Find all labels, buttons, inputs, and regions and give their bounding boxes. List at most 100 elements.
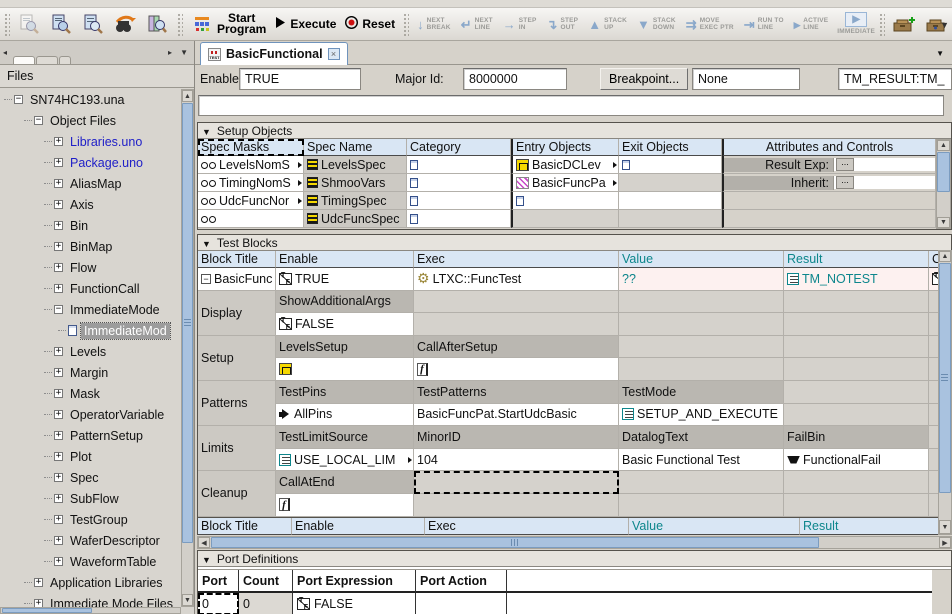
arg-label-cell[interactable]: TestMode — [619, 381, 784, 404]
browse-library-button[interactable] — [141, 11, 173, 37]
empty-cell[interactable] — [784, 381, 929, 404]
tree-item[interactable]: + Flow — [0, 257, 181, 278]
search-document-button[interactable] — [45, 11, 77, 37]
collapse-block-icon[interactable] — [201, 274, 211, 284]
find-in-files-button[interactable] — [109, 11, 141, 37]
tree-item[interactable]: + SubFlow — [0, 488, 181, 509]
tree-expander-icon[interactable]: + — [54, 368, 63, 377]
tree-expander-icon[interactable]: + — [54, 221, 63, 230]
ellipsis-button[interactable]: ... — [836, 176, 854, 189]
column-header[interactable]: Value — [619, 251, 784, 268]
major-id-input[interactable] — [463, 68, 567, 90]
group-title-cell[interactable]: Display — [198, 291, 276, 336]
tree-expander-icon[interactable]: + — [54, 347, 63, 356]
tree-item-label[interactable]: ImmediateMode — [67, 302, 163, 318]
tree-item[interactable]: + PatternSetup — [0, 425, 181, 446]
empty-cell[interactable] — [784, 471, 929, 494]
entry-objects-cell[interactable]: BasicDCLev — [511, 156, 619, 174]
tree-item[interactable]: + Plot — [0, 446, 181, 467]
enable-cell[interactable]: TRUE — [276, 268, 414, 291]
column-header[interactable]: Enable — [292, 518, 425, 535]
scroll-right-icon[interactable]: ▶ — [939, 537, 951, 548]
spec-mask-cell[interactable]: UdcFuncNor — [198, 192, 304, 210]
entry-objects-cell[interactable] — [511, 192, 619, 210]
arg-value-cell[interactable]: FunctionalFail — [784, 449, 929, 472]
document-tab[interactable]: BasicFunctional — [200, 42, 348, 65]
scroll-up-icon[interactable]: ▲ — [937, 140, 950, 151]
tree-item-label[interactable]: Immediate Mode Files — [47, 596, 176, 608]
toolbar-overflow-icon[interactable]: ▼ — [940, 20, 949, 30]
hscrollbar-thumb[interactable] — [211, 537, 819, 548]
group-title-cell[interactable]: Patterns — [198, 381, 276, 426]
toolbar-grip[interactable] — [176, 12, 183, 36]
collapse-triangle-icon[interactable] — [202, 552, 211, 566]
tree-expander-icon[interactable]: − — [54, 305, 63, 314]
column-header[interactable]: Port — [198, 570, 239, 593]
exit-objects-cell[interactable] — [619, 156, 722, 174]
tree-item[interactable]: − SN74HC193.una — [0, 89, 181, 110]
column-header[interactable]: Count — [239, 570, 293, 593]
empty-cell[interactable] — [414, 291, 619, 314]
tree-item-label[interactable]: Plot — [67, 449, 95, 465]
tree-item[interactable]: − ImmediateMode — [0, 299, 181, 320]
tree-item-label[interactable]: Margin — [67, 365, 111, 381]
column-header[interactable]: Block Title — [198, 518, 292, 535]
arg-label-cell[interactable]: LevelsSetup — [276, 336, 414, 359]
category-cell[interactable] — [407, 192, 511, 210]
tree-item[interactable]: + Immediate Mode Files — [0, 593, 181, 607]
ellipsis-button[interactable]: ... — [836, 158, 854, 171]
spec-mask-cell[interactable]: TimingNomS — [198, 174, 304, 192]
empty-cell[interactable] — [784, 313, 929, 336]
toolbar-grip[interactable] — [402, 12, 409, 36]
tree-item-label[interactable]: ImmediateMod — [81, 323, 170, 339]
breakpoint-input[interactable] — [692, 68, 800, 90]
tree-item-label[interactable]: TestGroup — [67, 512, 131, 528]
tree-item-label[interactable]: WaferDescriptor — [67, 533, 163, 549]
tree-expander-icon[interactable]: + — [54, 431, 63, 440]
debug-toolbar-button[interactable]: ▲ STACKUP — [583, 12, 632, 35]
tree-scrollbar-thumb[interactable] — [182, 103, 193, 543]
tree-hscrollbar[interactable] — [0, 607, 181, 614]
empty-cell[interactable] — [784, 291, 929, 314]
test-blocks-scrollbar[interactable]: ▲ ▼ — [938, 250, 952, 535]
category-cell[interactable] — [407, 156, 511, 174]
tree-item[interactable]: + FunctionCall — [0, 278, 181, 299]
scroll-down-icon[interactable]: ▼ — [937, 217, 950, 228]
tree-item-label[interactable]: Object Files — [47, 113, 119, 129]
expression-input[interactable] — [198, 95, 944, 116]
column-header[interactable]: Result — [800, 518, 940, 535]
port-action-cell[interactable] — [416, 593, 507, 614]
arg-label-cell[interactable]: TestPins — [276, 381, 414, 404]
arg-value-cell[interactable]: Basic Functional Test — [619, 449, 784, 472]
tree-item[interactable]: + Margin — [0, 362, 181, 383]
arg-label-cell[interactable]: CallAtEnd — [276, 471, 414, 494]
column-header[interactable]: Spec Name — [304, 139, 407, 156]
tree-item-label[interactable]: AliasMap — [67, 176, 124, 192]
sidebar-tab[interactable] — [59, 56, 71, 64]
arg-value-cell[interactable] — [276, 358, 414, 381]
empty-cell[interactable] — [414, 313, 619, 336]
test-blocks-section-header[interactable]: Test Blocks — [198, 235, 951, 251]
tree-expander-icon[interactable]: + — [54, 389, 63, 398]
tree-item-label[interactable]: SubFlow — [67, 491, 122, 507]
empty-cell[interactable] — [414, 494, 619, 517]
start-program-button[interactable]: StartProgram — [186, 11, 270, 37]
debug-toolbar-button[interactable]: ↵ NEXTLINE — [456, 12, 498, 35]
tree-expander-icon[interactable]: + — [54, 494, 63, 503]
tree-item-label[interactable]: OperatorVariable — [67, 407, 167, 423]
scroll-down-icon[interactable]: ▼ — [939, 520, 951, 534]
spec-mask-cell[interactable]: LevelsNomS — [198, 156, 304, 174]
column-header[interactable]: Spec Masks — [198, 139, 304, 156]
empty-cell[interactable] — [619, 471, 784, 494]
tab-overflow-icon[interactable]: ▼ — [936, 49, 944, 58]
tab-scroll-left-icon[interactable]: ◂ — [3, 48, 7, 57]
debug-toolbar-button[interactable]: → STEPIN — [498, 12, 542, 35]
tree-item[interactable]: + Mask — [0, 383, 181, 404]
tree-item-label[interactable]: Application Libraries — [47, 575, 166, 591]
tab-scroll-right-icon[interactable]: ▸ — [168, 48, 172, 57]
arg-label-cell[interactable]: MinorID — [414, 426, 619, 449]
breakpoint-button[interactable]: Breakpoint... — [600, 68, 688, 90]
arg-value-cell[interactable]: USE_LOCAL_LIM — [276, 449, 414, 472]
spec-name-cell[interactable]: UdcFuncSpec — [304, 210, 407, 228]
tree-expander-icon[interactable]: + — [54, 473, 63, 482]
